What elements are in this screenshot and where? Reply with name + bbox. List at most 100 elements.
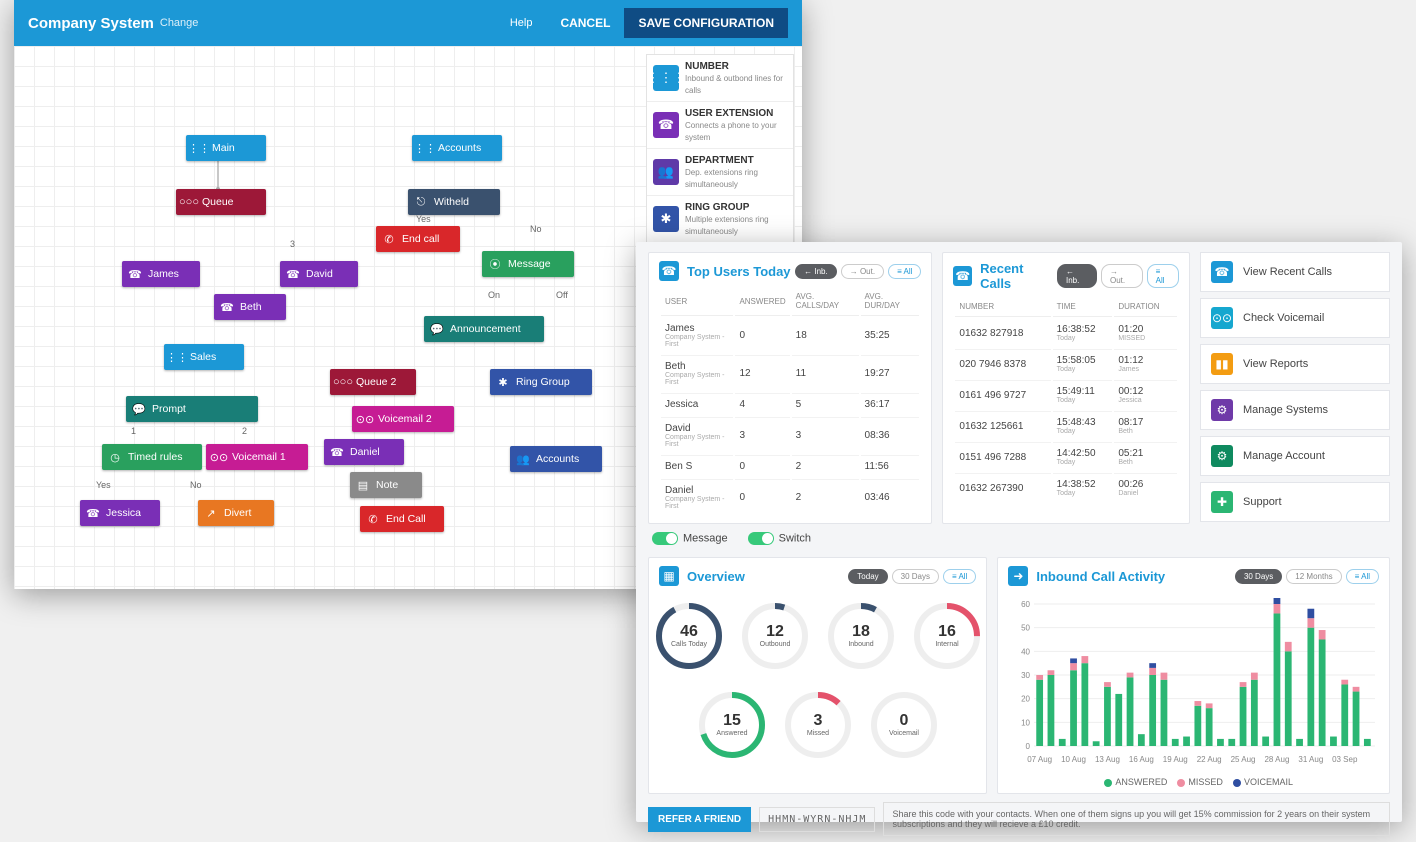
pill-out[interactable]: → Out.	[841, 264, 884, 279]
phone-icon: ☎	[953, 266, 972, 286]
palette-item[interactable]: ✱ RING GROUPMultiple extensions ring sim…	[647, 196, 793, 243]
svg-text:10: 10	[1021, 718, 1030, 727]
palette-icon: ✱	[653, 206, 679, 232]
pill-all[interactable]: ≡ All	[888, 264, 921, 279]
table-row[interactable]: 01632 26739014:38:52Today00:26Daniel	[955, 473, 1177, 502]
card-top-users: ☎ Top Users Today ← Inb. → Out. ≡ All US…	[648, 252, 932, 524]
pill-12m[interactable]: 12 Months	[1286, 569, 1341, 584]
pill-out2[interactable]: → Out.	[1101, 264, 1143, 288]
save-button[interactable]: SAVE CONFIGURATION	[624, 8, 788, 38]
pill-inb[interactable]: ← Inb.	[795, 264, 837, 279]
label-yes: Yes	[416, 214, 431, 224]
svg-text:50: 50	[1021, 624, 1030, 633]
svg-text:28 Aug: 28 Aug	[1265, 755, 1290, 764]
voicemail-icon: ⊙⊙	[358, 412, 372, 426]
user-icon: ☎	[330, 445, 344, 459]
sidebar-item[interactable]: ⚙ Manage Systems	[1200, 390, 1390, 430]
node-accounts2[interactable]: 👥Accounts	[510, 446, 602, 472]
table-row[interactable]: JamesCompany System - First01835:25	[661, 318, 919, 353]
table-row[interactable]: Ben S0211:56	[661, 455, 919, 477]
refer-button[interactable]: REFER A FRIEND	[648, 807, 751, 832]
sidebar-item[interactable]: ✚ Support	[1200, 482, 1390, 522]
svg-text:Internal: Internal	[935, 641, 959, 648]
user-icon: ☎	[220, 300, 234, 314]
node-withheld[interactable]: ⎋Witheld	[408, 189, 500, 215]
node-announcement[interactable]: 💬Announcement	[424, 316, 544, 342]
palette-item[interactable]: ☎ USER EXTENSIONConnects a phone to your…	[647, 102, 793, 149]
cancel-button[interactable]: CANCEL	[546, 8, 624, 38]
svg-text:Inbound: Inbound	[848, 641, 873, 648]
sidebar-item[interactable]: ⊙⊙ Check Voicemail	[1200, 298, 1390, 338]
label-on: On	[488, 290, 500, 300]
table-row[interactable]: 0161 496 972715:49:11Today00:12Jessica	[955, 380, 1177, 409]
palette-icon: 👥	[653, 159, 679, 185]
node-jessica[interactable]: ☎Jessica	[80, 500, 160, 526]
node-prompt[interactable]: 💬Prompt	[126, 396, 258, 422]
node-main[interactable]: ⋮⋮Main	[186, 135, 266, 161]
grid-icon: ⋮⋮	[418, 141, 432, 155]
help-link[interactable]: Help	[510, 17, 533, 29]
label-off: Off	[556, 290, 568, 300]
table-row[interactable]: Jessica4536:17	[661, 393, 919, 415]
queue-icon: ○○○	[182, 195, 196, 209]
table-row[interactable]: DavidCompany System - First3308:36	[661, 417, 919, 453]
node-queue2[interactable]: ○○○Queue 2	[330, 369, 416, 395]
node-endcall[interactable]: ✆End call	[376, 226, 460, 252]
sidebar-item[interactable]: ☎ View Recent Calls	[1200, 252, 1390, 292]
switch-toggle[interactable]	[748, 532, 774, 545]
speech-icon: 💬	[430, 322, 444, 336]
node-message[interactable]: ⦿Message	[482, 251, 574, 277]
svg-text:Calls Today: Calls Today	[671, 641, 708, 648]
overview-donut: 15 Answered	[694, 687, 770, 766]
svg-text:18: 18	[852, 623, 870, 640]
node-voicemail1[interactable]: ⊙⊙Voicemail 1	[206, 444, 308, 470]
user-icon: ☎	[128, 267, 142, 281]
palette-item[interactable]: 👥 DEPARTMENTDep. extensions ring simulta…	[647, 149, 793, 196]
grid-icon: ⋮⋮	[170, 350, 184, 364]
clock-icon: ◷	[108, 450, 122, 464]
pill-all3[interactable]: ≡ All	[943, 569, 976, 584]
svg-text:13 Aug: 13 Aug	[1095, 755, 1120, 764]
svg-text:46: 46	[680, 623, 698, 640]
sidebar-item[interactable]: ⚙ Manage Account	[1200, 436, 1390, 476]
split-icon: ⎋	[414, 195, 428, 209]
voicemail-icon: ⊙⊙	[212, 450, 226, 464]
table-row[interactable]: 0151 496 728814:42:50Today05:21Beth	[955, 442, 1177, 471]
node-queue[interactable]: ○○○Queue	[176, 189, 266, 215]
label-no: No	[530, 224, 542, 234]
overview-title: Overview	[687, 569, 745, 584]
pill-today[interactable]: Today	[848, 569, 887, 584]
pill-all4[interactable]: ≡ All	[1346, 569, 1379, 584]
node-beth[interactable]: ☎Beth	[214, 294, 286, 320]
node-voicemail2[interactable]: ⊙⊙Voicemail 2	[352, 406, 454, 432]
table-row[interactable]: 020 7946 837815:58:05Today01:12James	[955, 349, 1177, 378]
node-david[interactable]: ☎David	[280, 261, 358, 287]
pill-30d2[interactable]: 30 Days	[1235, 569, 1282, 584]
table-row[interactable]: 01632 82791816:38:52Today01:20MISSED	[955, 319, 1177, 347]
table-row[interactable]: 01632 12566115:48:43Today08:17Beth	[955, 411, 1177, 440]
message-toggle[interactable]	[652, 532, 678, 545]
node-daniel[interactable]: ☎Daniel	[324, 439, 404, 465]
node-divert[interactable]: ↗Divert	[198, 500, 274, 526]
svg-text:12: 12	[766, 623, 784, 640]
node-note[interactable]: ▤Note	[350, 472, 422, 498]
sidebar-item[interactable]: ▮▮ View Reports	[1200, 344, 1390, 384]
refer-code: HHMN-WYRN-NHJM	[759, 807, 875, 832]
node-endcall2[interactable]: ✆End Call	[360, 506, 444, 532]
table-row[interactable]: BethCompany System - First121119:27	[661, 355, 919, 391]
overview-donut: 46 Calls Today	[651, 598, 727, 677]
palette-item[interactable]: ⋮⋮⋮ NUMBERInbound & outbond lines for ca…	[647, 55, 793, 102]
svg-text:19 Aug: 19 Aug	[1163, 755, 1188, 764]
table-row[interactable]: DanielCompany System - First0203:46	[661, 479, 919, 515]
node-accounts[interactable]: ⋮⋮Accounts	[412, 135, 502, 161]
node-timedrules[interactable]: ◷Timed rules	[102, 444, 202, 470]
pill-inb2[interactable]: ← Inb.	[1057, 264, 1097, 288]
pill-all2[interactable]: ≡ All	[1147, 264, 1179, 288]
pill-30d[interactable]: 30 Days	[892, 569, 939, 584]
node-sales[interactable]: ⋮⋮Sales	[164, 344, 244, 370]
refer-text: Share this code with your contacts. When…	[883, 802, 1390, 836]
node-james[interactable]: ☎James	[122, 261, 200, 287]
node-ringgroup[interactable]: ✱Ring Group	[490, 369, 592, 395]
arrow-icon: ➜	[1008, 566, 1028, 586]
flow-change-link[interactable]: Change	[160, 17, 199, 29]
